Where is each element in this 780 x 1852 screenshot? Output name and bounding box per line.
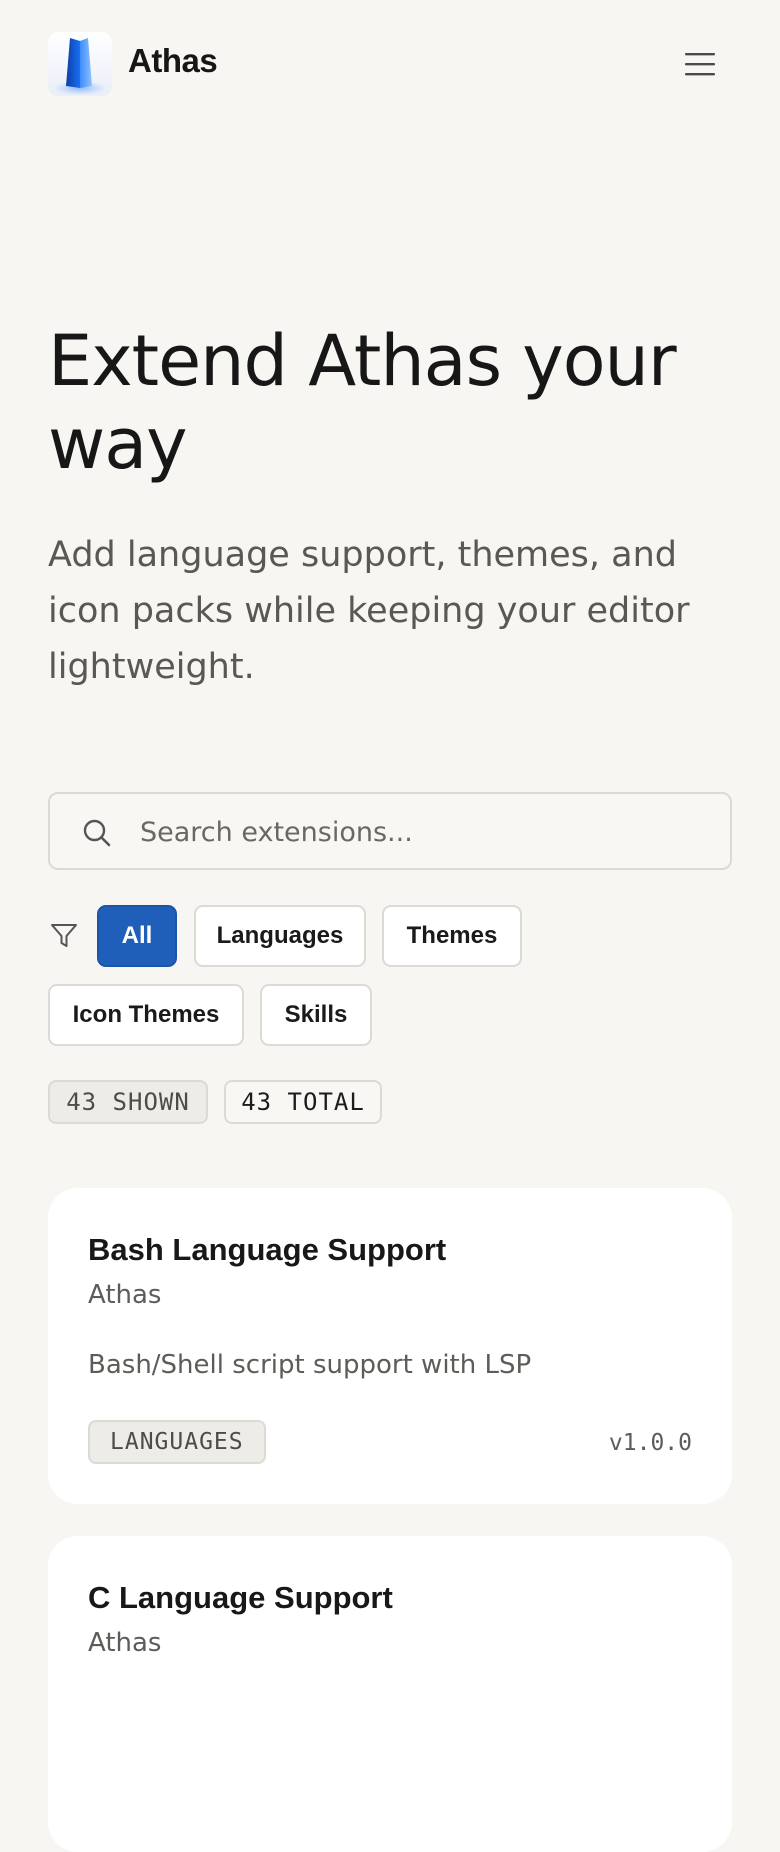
athas-logo-icon[interactable] (48, 32, 112, 96)
filter-chip-all[interactable]: All (97, 905, 177, 967)
filter-chip-icon-themes[interactable]: Icon Themes (48, 984, 244, 1046)
brand-name[interactable]: Athas (128, 42, 218, 80)
filter-chip-languages[interactable]: Languages (194, 905, 366, 967)
page-subtitle: Add language support, themes, and icon p… (48, 535, 690, 687)
hamburger-menu-icon[interactable] (682, 46, 718, 82)
search-input[interactable] (138, 806, 712, 858)
filter-chip-themes[interactable]: Themes (382, 905, 522, 967)
extension-title: C Language Support (88, 1580, 393, 1615)
extension-author: Athas (88, 1280, 162, 1310)
extension-author: Athas (88, 1628, 162, 1658)
filter-chip-skills[interactable]: Skills (260, 984, 372, 1046)
search-icon (83, 819, 111, 847)
filter-icon (51, 924, 77, 947)
extension-card[interactable]: C Language Support Athas (48, 1536, 732, 1852)
shown-count-badge: 43 SHOWN (48, 1080, 208, 1124)
site-header: Athas (48, 32, 718, 96)
extension-title: Bash Language Support (88, 1232, 447, 1267)
search-box[interactable] (48, 792, 732, 870)
extension-category-badge: LANGUAGES (88, 1420, 266, 1464)
total-count-badge: 43 TOTAL (224, 1080, 382, 1124)
extension-description: Bash/Shell script support with LSP (88, 1350, 532, 1380)
page-title: Extend Athas your way (48, 320, 677, 485)
extension-version: v1.0.0 (608, 1430, 692, 1456)
extension-card[interactable]: Bash Language Support Athas Bash/Shell s… (48, 1188, 732, 1504)
